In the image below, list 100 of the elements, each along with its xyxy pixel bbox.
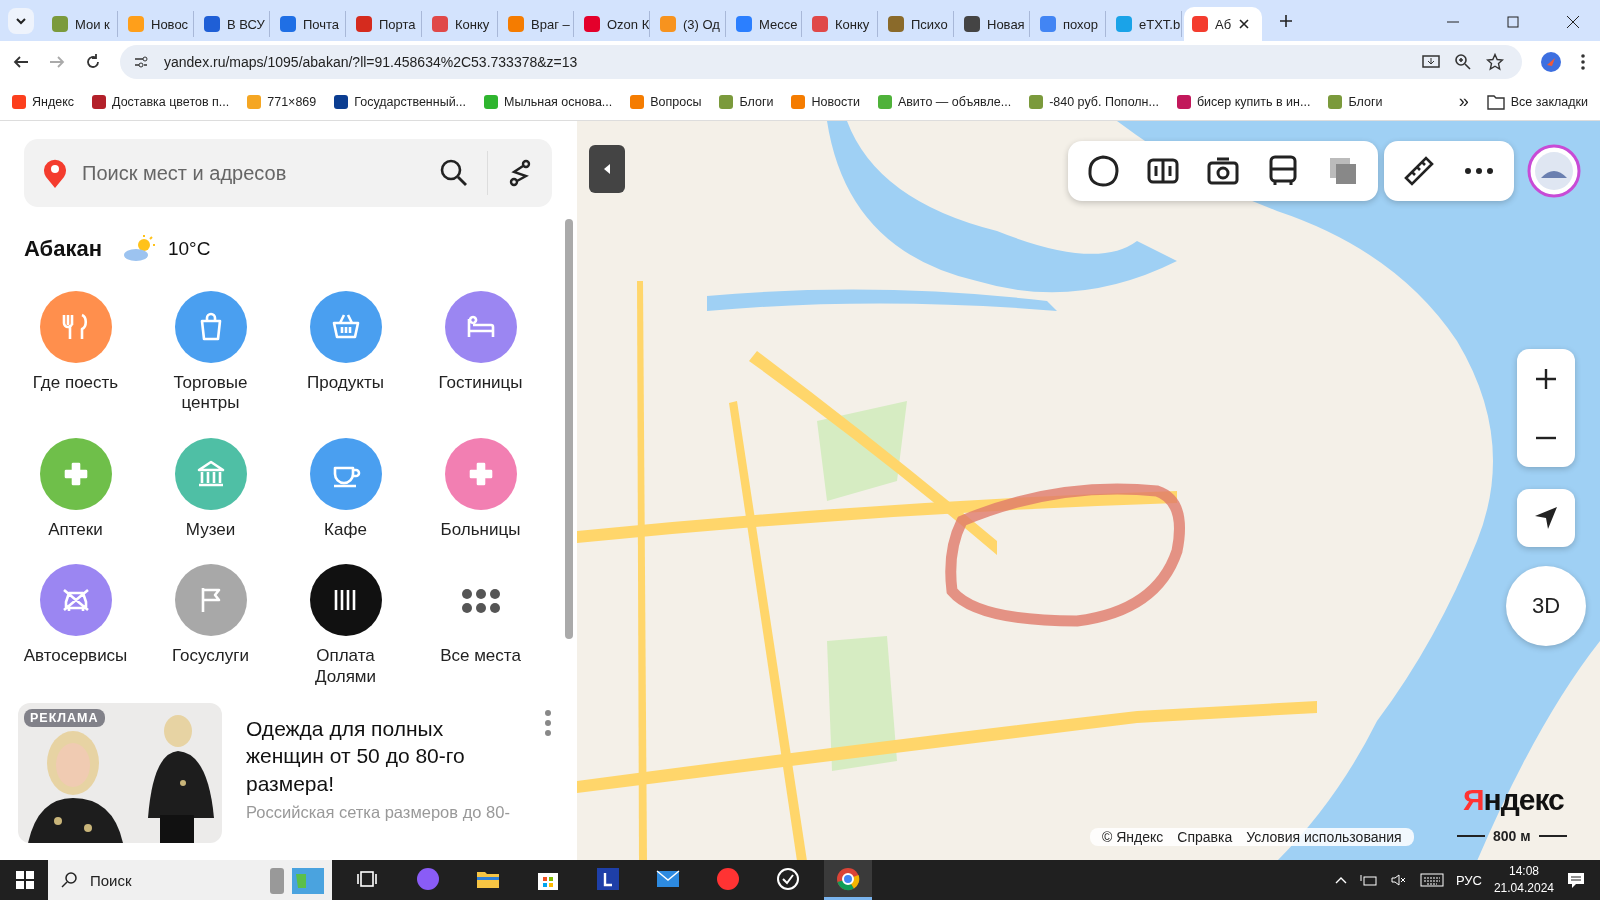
all-bookmarks-button[interactable]: Все закладки: [1486, 93, 1588, 110]
loop-icon[interactable]: [1086, 154, 1120, 188]
star-icon[interactable]: [1486, 53, 1504, 71]
bookmark[interactable]: Доставка цветов п...: [92, 94, 230, 109]
category-button[interactable]: Больницы: [413, 437, 548, 541]
browser-tab[interactable]: eTXT.b: [1108, 11, 1182, 37]
tab-title: Конку: [835, 16, 870, 32]
browser-tab[interactable]: (3) Од: [652, 11, 726, 37]
windows-start-icon[interactable]: [16, 871, 34, 889]
ruler-icon[interactable]: [1402, 154, 1436, 188]
browser-tab[interactable]: Конку: [804, 11, 878, 37]
category-button[interactable]: Продукты: [278, 291, 413, 414]
tab-title: eTXT.b: [1139, 16, 1181, 32]
clock-check-icon: [775, 865, 801, 892]
zoom-in-icon[interactable]: [1534, 366, 1558, 391]
footer-link[interactable]: © Яндекс: [1102, 829, 1164, 845]
category-button[interactable]: Все места: [413, 564, 548, 687]
bookmark[interactable]: Авито — объявле...: [877, 94, 1012, 109]
bookmark[interactable]: Государственный...: [334, 94, 467, 109]
temperature: 10°C: [167, 238, 211, 260]
tab-title: (3) Од: [683, 16, 720, 32]
tab-title: Мои к: [75, 16, 110, 32]
browser-tab[interactable]: Психо: [880, 11, 954, 37]
category-button[interactable]: Торговые центры: [143, 291, 278, 414]
scrollbar[interactable]: [565, 219, 573, 639]
browser-tab[interactable]: Новая: [956, 11, 1030, 37]
bookmark[interactable]: Мыльная основа...: [484, 94, 613, 109]
browser-tab[interactable]: Конку: [424, 11, 498, 37]
footer-link[interactable]: Условия использования: [1246, 829, 1402, 845]
navigation-arrow-icon: [1533, 505, 1559, 531]
language-indicator[interactable]: РУС: [1455, 872, 1482, 888]
category-button[interactable]: Где поесть: [8, 291, 143, 414]
profile-avatar-icon[interactable]: [1540, 51, 1562, 73]
ad-title: Одежда для полных женщин от 50 до 80-го размера!: [246, 715, 466, 797]
mute-icon[interactable]: [1389, 872, 1408, 888]
bookmark[interactable]: Новости: [791, 94, 860, 109]
my-location-button[interactable]: [1517, 489, 1575, 547]
browser-tab[interactable]: Новос: [120, 11, 194, 37]
ad-card[interactable]: РЕКЛАМА Одежда для полных женщин от 50 до 80-го размера! Российская сетка размеров до 80-: [18, 702, 558, 843]
clock[interactable]: 14:08 21.04.2024: [1493, 863, 1554, 897]
more-bookmarks-button[interactable]: »: [1458, 91, 1469, 112]
browser-tab[interactable]: Ozon К: [576, 11, 650, 37]
maximize-icon[interactable]: [1506, 15, 1520, 29]
browser-tab[interactable]: В ВСУ: [196, 11, 270, 37]
notifications-icon[interactable]: [1566, 870, 1586, 890]
bookmark[interactable]: Блоги: [1328, 94, 1383, 109]
browser-tab[interactable]: Враг –: [500, 11, 574, 37]
browser-tab[interactable]: Порта: [348, 11, 422, 37]
tab-title: Враг –: [531, 16, 570, 32]
keyboard-icon[interactable]: [1419, 872, 1444, 888]
collapse-panel-button[interactable]: [589, 145, 625, 193]
reload-icon[interactable]: [84, 53, 102, 71]
site-settings-icon[interactable]: [132, 53, 150, 71]
category-button[interactable]: Гостиницы: [413, 291, 548, 414]
bookmark[interactable]: Вопросы: [630, 94, 702, 109]
bookmark[interactable]: бисер купить в ин...: [1176, 94, 1311, 109]
bookmark[interactable]: -840 руб. Пополн...: [1029, 94, 1159, 109]
tab-list-button[interactable]: [8, 8, 34, 34]
sun-cloud-icon: [121, 235, 158, 263]
close-icon[interactable]: [1238, 18, 1251, 30]
category-button[interactable]: Музеи: [143, 437, 278, 541]
category-button[interactable]: Кафе: [278, 437, 413, 541]
tab-title: Порта: [379, 16, 416, 32]
user-avatar-icon[interactable]: [1527, 144, 1581, 198]
new-tab-icon[interactable]: [1278, 13, 1294, 29]
bookmark[interactable]: Блоги: [719, 94, 774, 109]
search-field[interactable]: Поиск мест и адресов: [80, 160, 427, 186]
zoom-icon[interactable]: [1454, 53, 1472, 71]
tab-title: Конку: [455, 16, 490, 32]
search-icon[interactable]: [439, 158, 469, 188]
tab-title: Почта: [303, 16, 340, 32]
letter-tile-icon: [595, 865, 621, 892]
taskbar-search-bar[interactable]: Поиск: [48, 860, 332, 900]
footer-link[interactable]: Справка: [1177, 829, 1233, 845]
browser-tab[interactable]: Аб: [1184, 7, 1262, 41]
category-button[interactable]: Оплата Долями: [278, 564, 413, 687]
map-pin-icon: [42, 157, 68, 189]
taskbar-search-field[interactable]: Поиск: [88, 870, 256, 890]
tab-title: Новая: [987, 16, 1025, 32]
tab-title: Новос: [151, 16, 189, 32]
category-button[interactable]: Автосервисы: [8, 564, 143, 687]
browser-tab[interactable]: похор: [1032, 11, 1106, 37]
browser-tab[interactable]: Почта: [272, 11, 346, 37]
browser-tab[interactable]: Мессе: [728, 11, 802, 37]
taskbar-app[interactable]: [824, 860, 872, 900]
tab-title: Психо: [911, 16, 948, 32]
browser-tab[interactable]: Мои к: [44, 11, 118, 37]
browser-icon: [835, 865, 861, 892]
scale-label: 800 м: [1493, 828, 1531, 844]
bookmark[interactable]: 771×869: [247, 94, 317, 109]
menu-icon[interactable]: [1580, 53, 1586, 71]
address-bar[interactable]: yandex.ru/maps/1095/abakan/?ll=91.458634%2C53.733378&z=13: [120, 45, 1522, 79]
bookmark[interactable]: Яндекс: [12, 94, 75, 109]
power-icon[interactable]: [1359, 872, 1378, 888]
tab-title: В ВСУ: [227, 16, 265, 32]
category-button[interactable]: Аптеки: [8, 437, 143, 541]
close-icon[interactable]: [1566, 15, 1580, 29]
category-button[interactable]: Госуслуги: [143, 564, 278, 687]
tab-title: Аб: [1215, 16, 1232, 32]
install-icon[interactable]: [1422, 53, 1440, 71]
